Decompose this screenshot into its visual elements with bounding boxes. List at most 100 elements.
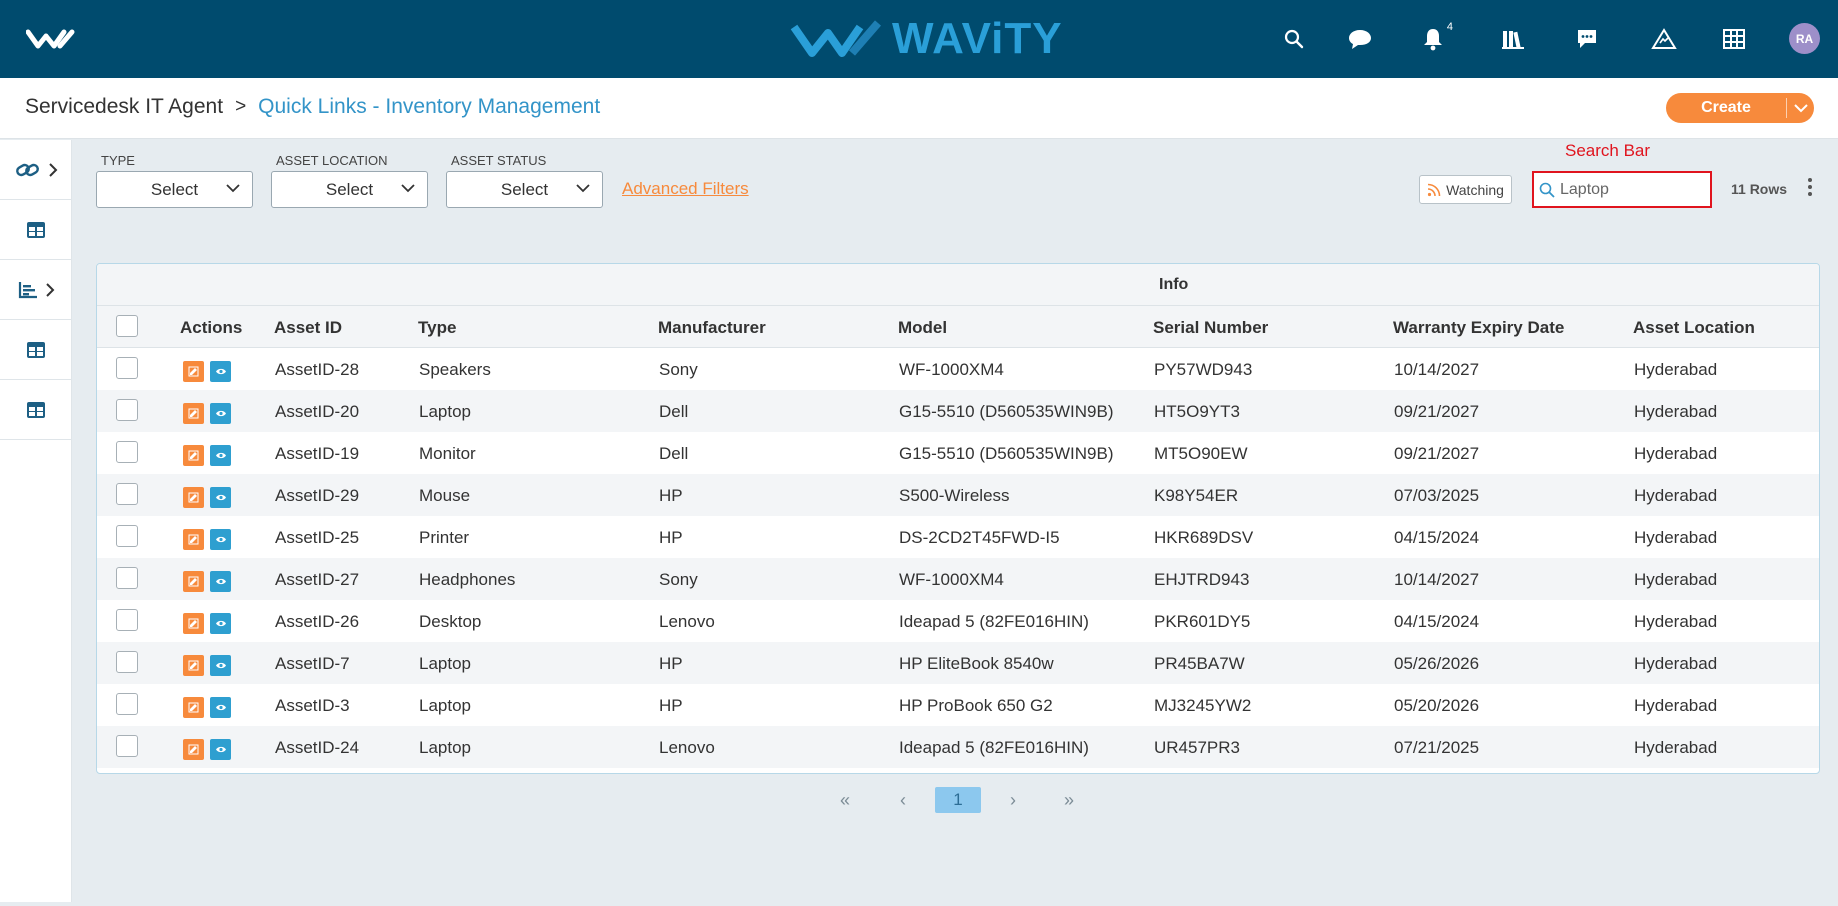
view-icon[interactable] <box>210 529 231 550</box>
cell-type: Speakers <box>419 360 491 379</box>
edit-icon[interactable] <box>183 655 204 676</box>
table-row[interactable]: AssetID-7 Laptop HP HP EliteBook 8540w PR45B… <box>97 642 1819 684</box>
brand-logo: WAViTY <box>790 14 1063 64</box>
pagination-last[interactable]: » <box>1054 787 1084 813</box>
row-checkbox[interactable] <box>116 399 138 421</box>
warning-icon[interactable] <box>1650 25 1678 53</box>
sidebar-item-table-2[interactable] <box>0 320 72 380</box>
edit-icon[interactable] <box>183 445 204 466</box>
column-header-warranty-expiry-date[interactable]: Warranty Expiry Date <box>1393 318 1564 338</box>
search-icon[interactable] <box>1280 25 1308 53</box>
cell-model: WF-1000XM4 <box>899 570 1004 589</box>
location-filter-select[interactable]: Select <box>271 171 428 208</box>
edit-icon[interactable] <box>183 697 204 718</box>
sidebar-item-table-3[interactable] <box>0 380 72 440</box>
table-row[interactable]: AssetID-25 Printer HP DS-2CD2T45FWD-I5 HKR68… <box>97 516 1819 558</box>
edit-icon[interactable] <box>183 361 204 382</box>
view-icon[interactable] <box>210 655 231 676</box>
row-checkbox[interactable] <box>116 483 138 505</box>
edit-icon[interactable] <box>183 403 204 424</box>
edit-icon[interactable] <box>183 529 204 550</box>
library-icon[interactable] <box>1499 25 1527 53</box>
table-row[interactable]: AssetID-24 Laptop Lenovo Ideapad 5 (82FE016… <box>97 726 1819 768</box>
view-icon[interactable] <box>210 739 231 760</box>
table-row[interactable]: AssetID-28 Speakers Sony WF-1000XM4 PY57WD94… <box>97 348 1819 390</box>
chevron-down-icon[interactable] <box>1787 103 1814 113</box>
column-header-asset-location[interactable]: Asset Location <box>1633 318 1755 338</box>
message-icon[interactable] <box>1573 25 1601 53</box>
table-row[interactable]: AssetID-27 Headphones Sony WF-1000XM4 EHJTRD… <box>97 558 1819 600</box>
cell-serial-number: PY57WD943 <box>1154 360 1253 379</box>
view-icon[interactable] <box>210 571 231 592</box>
column-header-type[interactable]: Type <box>418 318 456 338</box>
wavity-mark-icon[interactable] <box>26 26 76 52</box>
cell-serial-number: UR457PR3 <box>1154 738 1240 757</box>
table-group-label: Info <box>1159 276 1189 293</box>
cell-serial-number: HKR689DSV <box>1154 528 1254 547</box>
cell-asset-id: AssetID-27 <box>275 570 360 589</box>
table-row[interactable]: AssetID-29 Mouse HP S500-Wireless K98Y54ER 07… <box>97 474 1819 516</box>
notification-count: 4 <box>1446 21 1453 33</box>
view-icon[interactable] <box>210 613 231 634</box>
create-button[interactable]: Create <box>1666 93 1814 123</box>
chevron-down-icon <box>576 184 590 193</box>
edit-icon[interactable] <box>183 613 204 634</box>
edit-icon[interactable] <box>183 739 204 760</box>
avatar[interactable]: RA <box>1789 23 1820 54</box>
advanced-filters-link[interactable]: Advanced Filters <box>622 179 749 199</box>
row-checkbox[interactable] <box>116 357 138 379</box>
column-header-serial-number[interactable]: Serial Number <box>1153 318 1268 338</box>
edit-icon[interactable] <box>183 487 204 508</box>
table-row[interactable]: AssetID-26 Desktop Lenovo Ideapad 5 (82FE01… <box>97 600 1819 642</box>
table-row[interactable]: AssetID-3 Laptop HP HP ProBook 650 G2 MJ3245… <box>97 684 1819 726</box>
chat-icon[interactable] <box>1346 25 1374 53</box>
sidebar-item-quick-links[interactable] <box>0 140 72 200</box>
sidebar-item-reports[interactable] <box>0 260 72 320</box>
column-header-model[interactable]: Model <box>898 318 947 338</box>
select-all-checkbox[interactable] <box>116 315 138 337</box>
table-row[interactable]: AssetID-19 Monitor Dell G15-5510 (D560535WI… <box>97 432 1819 474</box>
pagination-current-page[interactable]: 1 <box>935 787 981 813</box>
edit-icon[interactable] <box>183 571 204 592</box>
type-filter-select[interactable]: Select <box>96 171 253 208</box>
row-checkbox[interactable] <box>116 693 138 715</box>
view-icon[interactable] <box>210 487 231 508</box>
more-options-icon[interactable] <box>1805 178 1815 200</box>
search-bar[interactable] <box>1532 171 1712 208</box>
search-bar-annotation: Search Bar <box>1565 141 1651 160</box>
grid-icon[interactable] <box>1720 25 1748 53</box>
cell-asset-location: Hyderabad <box>1634 528 1718 547</box>
row-checkbox[interactable] <box>116 567 138 589</box>
watching-button[interactable]: Watching <box>1419 175 1512 204</box>
view-icon[interactable] <box>210 361 231 382</box>
cell-manufacturer: HP <box>659 528 683 547</box>
row-checkbox[interactable] <box>116 651 138 673</box>
cell-type: Mouse <box>419 486 471 505</box>
view-icon[interactable] <box>210 445 231 466</box>
search-icon <box>1539 182 1555 198</box>
cell-warranty-expiry-date: 09/21/2027 <box>1394 444 1480 463</box>
status-filter-select[interactable]: Select <box>446 171 603 208</box>
table-row[interactable]: AssetID-20 Laptop Dell G15-5510 (D560535WIN… <box>97 390 1819 432</box>
column-header-asset-id[interactable]: Asset ID <box>274 318 342 338</box>
cell-model: Ideapad 5 (82FE016HIN) <box>899 738 1089 757</box>
breadcrumb-root[interactable]: Servicedesk IT Agent <box>25 95 223 119</box>
row-checkbox[interactable] <box>116 735 138 757</box>
page-title[interactable]: Quick Links - Inventory Management <box>258 95 600 119</box>
row-checkbox[interactable] <box>116 525 138 547</box>
sidebar-item-table-1[interactable] <box>0 200 72 260</box>
pagination-prev[interactable]: ‹ <box>892 787 914 813</box>
view-icon[interactable] <box>210 403 231 424</box>
cell-type: Desktop <box>419 612 482 631</box>
view-icon[interactable] <box>210 697 231 718</box>
cell-manufacturer: Lenovo <box>659 612 715 631</box>
row-checkbox[interactable] <box>116 441 138 463</box>
column-header-manufacturer[interactable]: Manufacturer <box>658 318 766 338</box>
row-checkbox[interactable] <box>116 609 138 631</box>
pagination-next[interactable]: › <box>1002 787 1024 813</box>
location-filter-value: Select <box>325 179 374 199</box>
pagination-first[interactable]: « <box>830 787 860 813</box>
cell-manufacturer: HP <box>659 696 683 715</box>
bell-icon[interactable]: 4 <box>1419 21 1453 53</box>
search-input[interactable] <box>1560 177 1708 202</box>
